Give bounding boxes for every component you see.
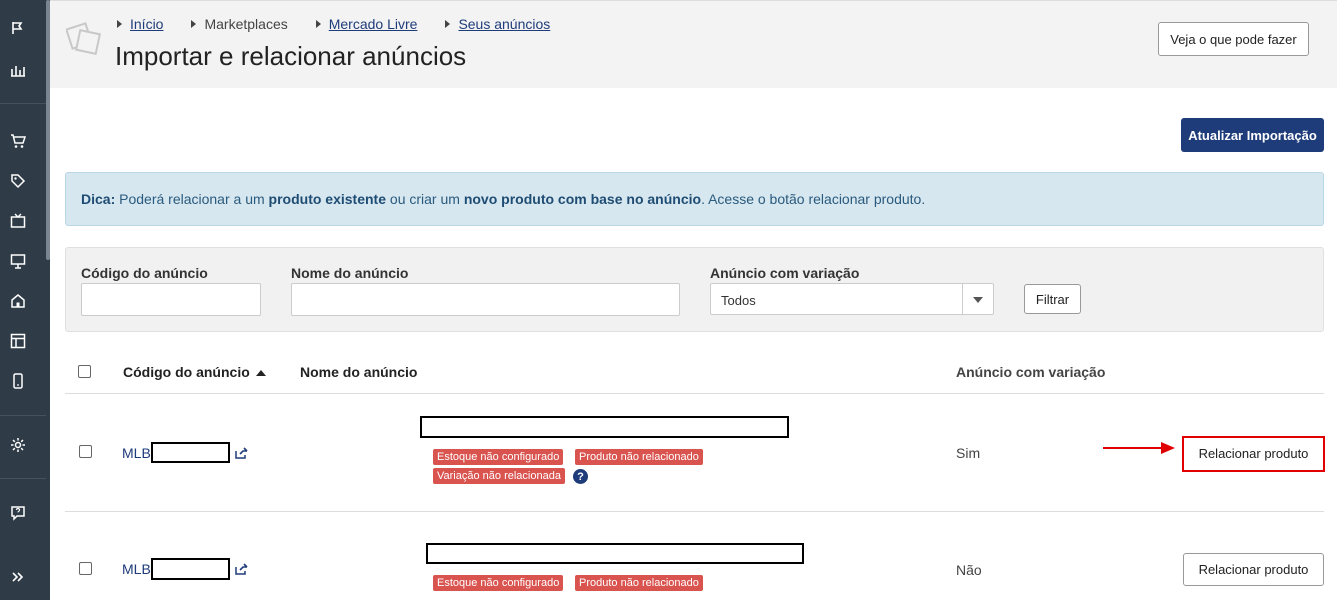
column-codigo[interactable]: Código do anúncio [123,364,266,380]
table-header: Código do anúncio Nome do anúncio Anúnci… [65,354,1324,394]
column-codigo-label: Código do anúncio [123,364,250,380]
tip-text: ou criar um [386,191,464,207]
tip-text: . Acesse o botão relacionar produto. [701,191,926,207]
breadcrumb-item-inicio[interactable]: Início [117,16,163,32]
filter-variacao-label: Anúncio com variação [710,265,860,281]
sidebar [0,0,50,600]
chevron-down-icon [973,297,983,303]
filter-variacao-select[interactable]: Todos [710,283,994,315]
sidebar-separator [0,478,46,479]
status-badge: Produto não relacionado [575,575,703,591]
double-chevron-right-icon[interactable] [8,567,28,587]
caret-right-icon [117,20,122,28]
filter-codigo-input[interactable] [81,283,261,316]
breadcrumb-item-marketplaces: Marketplaces [191,16,288,32]
row-checkbox[interactable] [79,445,92,458]
breadcrumb-item-mercado-livre[interactable]: Mercado Livre [315,16,418,32]
caret-right-icon [191,20,197,28]
variacao-value: Sim [956,445,981,461]
select-divider [962,284,963,314]
table-row: MLB Estoque não configurado Produto não … [65,512,1324,600]
gear-icon[interactable] [8,435,28,455]
listing-code-prefix: MLB [122,444,151,461]
external-link-icon[interactable] [235,446,249,459]
row-checkbox[interactable] [79,562,92,575]
mobile-icon[interactable] [8,371,28,391]
page-title: Importar e relacionar anúncios [115,41,467,71]
import-logo-icon [65,19,104,57]
monitor-icon[interactable] [8,251,28,271]
variacao-value: Não [956,562,982,578]
redacted-code [150,442,230,463]
red-arrow-annotation [1103,442,1175,454]
table-row: MLB Estoque não configurado Produto não … [65,395,1325,512]
external-link-icon[interactable] [235,563,249,575]
filter-nome-input[interactable] [291,283,680,316]
bar-chart-icon[interactable] [8,60,28,80]
column-nome: Nome do anúncio [300,364,418,380]
filter-variacao-value: Todos [721,293,756,308]
status-badge: Variação não relacionada [433,468,565,484]
redacted-listing-name [420,416,789,438]
tag-icon[interactable] [8,171,28,191]
sort-up-icon [255,370,266,377]
listing-code-prefix: MLB [122,561,151,577]
help-chat-icon[interactable] [8,503,28,523]
status-badge: Estoque não configurado [433,449,564,465]
cart-icon[interactable] [8,131,28,151]
status-badge: Estoque não configurado [433,575,564,591]
breadcrumb: Início Marketplaces Mercado Livre Seus a… [117,16,578,32]
status-badge: Produto não relacionado [575,449,703,465]
redacted-code [150,558,230,580]
relate-product-button[interactable]: Relacionar produto [1183,437,1324,470]
tip-prefix: Dica: [81,191,116,207]
redacted-listing-name [426,543,804,564]
filter-codigo-label: Código do anúncio [81,265,208,281]
listing-code[interactable]: MLB [122,558,249,580]
flag-icon[interactable] [8,18,28,38]
breadcrumb-link[interactable]: Início [130,16,163,32]
caret-right-icon [315,20,321,28]
filter-nome-label: Nome do anúncio [291,265,409,281]
filter-panel: Código do anúncio Nome do anúncio Anúnci… [65,247,1324,332]
filter-button[interactable]: Filtrar [1024,284,1081,314]
relate-product-button[interactable]: Relacionar produto [1183,553,1324,586]
breadcrumb-link[interactable]: Mercado Livre [329,16,418,32]
column-variacao: Anúncio com variação [956,364,1106,380]
page-header: Início Marketplaces Mercado Livre Seus a… [50,0,1337,88]
sidebar-separator [0,415,46,416]
listing-code[interactable]: MLB [122,442,249,463]
caret-right-icon [445,20,451,28]
breadcrumb-item-seus-anuncios[interactable]: Seus anúncios [445,16,550,32]
sidebar-separator [0,103,46,104]
tip-alert: Dica: Poderá relacionar a um produto exi… [65,172,1324,226]
layout-icon[interactable] [8,331,28,351]
tv-icon[interactable] [8,211,28,231]
select-all-checkbox[interactable] [78,365,91,378]
update-import-button[interactable]: Atualizar Importação [1181,118,1324,152]
tip-bold: produto existente [268,191,387,207]
breadcrumb-text: Marketplaces [204,16,288,32]
help-icon[interactable]: ? [573,469,588,484]
breadcrumb-link[interactable]: Seus anúncios [458,16,550,32]
home-icon[interactable] [8,291,28,311]
what-you-can-do-button[interactable]: Veja o que pode fazer [1158,22,1309,56]
tip-bold: novo produto com base no anúncio [463,191,702,207]
tip-text: Poderá relacionar a um [115,191,269,207]
